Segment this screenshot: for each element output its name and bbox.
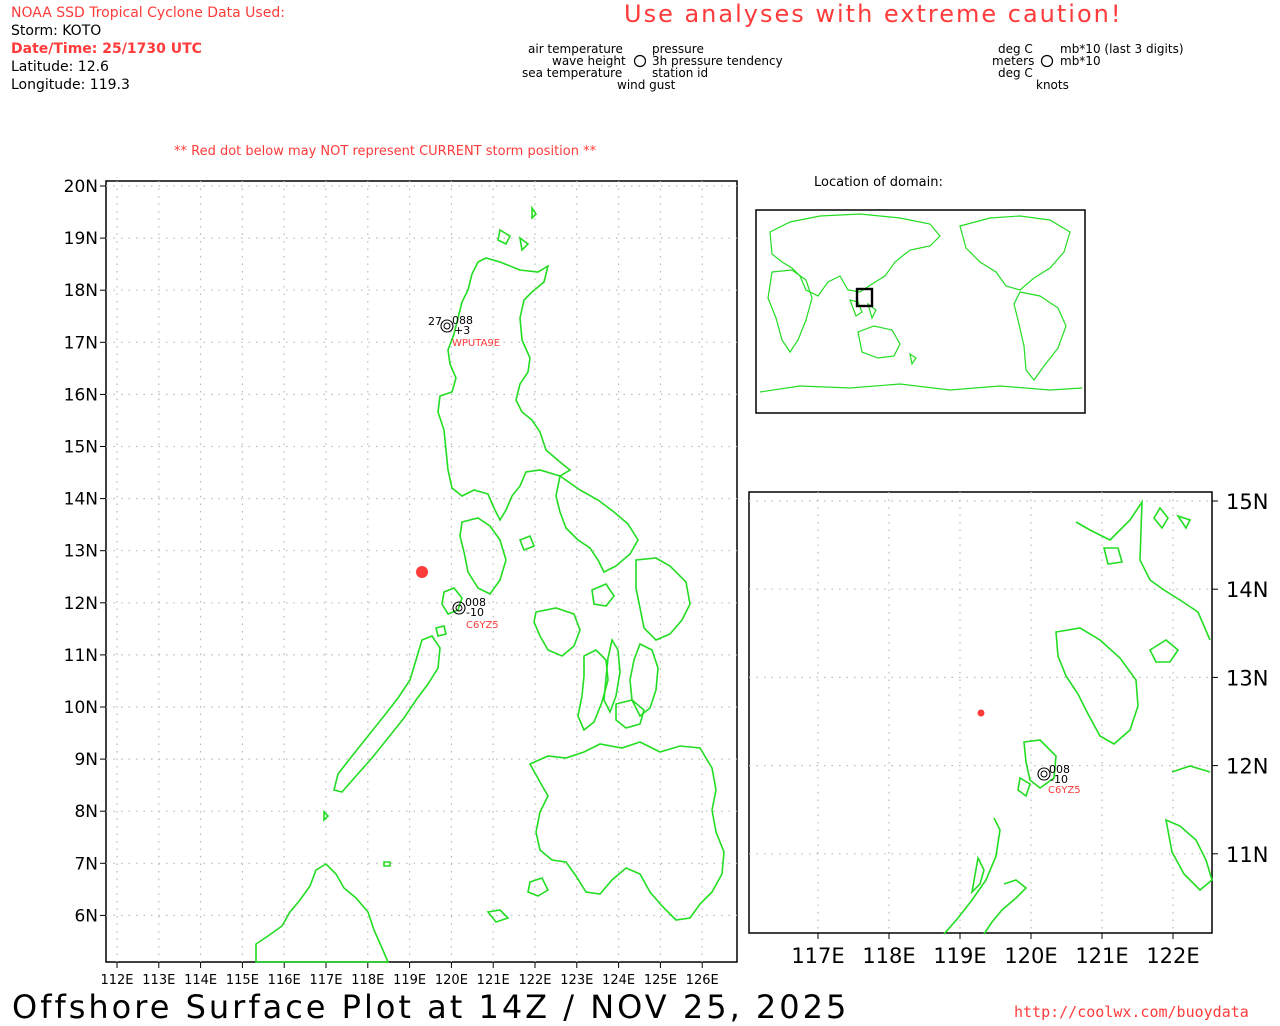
main-lon-label: 115E [226, 973, 259, 988]
station-c6yz5-tendency: -10 [466, 606, 484, 619]
main-lon-label: 123E [560, 973, 593, 988]
storm-position-marker [416, 566, 428, 578]
main-lon-label: 120E [435, 973, 468, 988]
main-lat-label: 7N [74, 854, 98, 874]
station-c6yz5-id: C6YZ5 [466, 620, 499, 631]
zoom-lon-label: 117E [791, 944, 844, 968]
inset-frame [755, 209, 1086, 414]
main-lat-label: 14N [64, 490, 98, 510]
main-lat-label: 17N [64, 333, 98, 353]
main-lat-label: 13N [64, 542, 98, 562]
main-lat-label: 12N [64, 594, 98, 614]
zoom-lon-label: 119E [933, 944, 986, 968]
main-map: 20N 19N 18N 17N 16N 15N 14N 13N 12N 11N 10N 9N 8N 7N 6… [64, 175, 1269, 988]
main-lon-label: 121E [477, 973, 510, 988]
zoom-station-c6yz5-id: C6YZ5 [1048, 785, 1081, 796]
main-lat-label: 10N [64, 698, 98, 718]
zoom-lon-label: 121E [1075, 944, 1128, 968]
main-lon-label: 117E [309, 973, 342, 988]
inset-title: Location of domain: [814, 175, 943, 190]
station-wputa9e-id: WPUTA9E [452, 338, 500, 349]
main-lat-label: 9N [74, 750, 98, 770]
main-lat-label: 11N [64, 646, 98, 666]
main-lon-label: 113E [142, 973, 175, 988]
zoom-map-lon-labels: 117E 118E 119E 120E 121E 122E [791, 944, 1199, 968]
main-lat-label: 18N [64, 281, 98, 301]
zoom-lon-label: 120E [1004, 944, 1057, 968]
main-lat-label: 6N [74, 906, 98, 926]
footer-url[interactable]: http://coolwx.com/buoydata [1014, 1003, 1249, 1021]
main-lon-label: 114E [184, 973, 217, 988]
main-lat-label: 19N [64, 229, 98, 249]
zoom-map-lat-labels: 15N 14N 13N 12N 11N [1226, 490, 1268, 867]
zoom-map-ticks [817, 500, 1218, 939]
zoom-lat-label: 14N [1226, 578, 1268, 602]
zoom-lat-label: 11N [1226, 843, 1268, 867]
main-lat-label: 20N [64, 177, 98, 197]
zoom-lon-label: 122E [1146, 944, 1199, 968]
main-lon-label: 126E [686, 973, 719, 988]
main-lat-label: 15N [64, 438, 98, 458]
zoom-lat-label: 13N [1226, 666, 1268, 690]
main-lon-label: 124E [602, 973, 635, 988]
main-lon-label: 118E [351, 973, 384, 988]
zoom-lat-label: 12N [1226, 755, 1268, 779]
main-lat-label: 8N [74, 802, 98, 822]
footer-title: Offshore Surface Plot at 14Z / NOV 25, 2… [12, 988, 850, 1026]
station-wputa9e-air-temp: 27 [428, 315, 442, 328]
station-wputa9e-tendency: +3 [454, 324, 470, 337]
zoom-map-coastlines [943, 499, 1213, 935]
main-lat-label: 16N [64, 385, 98, 405]
main-map-ticks [100, 185, 703, 968]
main-map-lat-labels: 20N 19N 18N 17N 16N 15N 14N 13N 12N 11N 10N 9N 8N 7N 6… [64, 177, 98, 926]
main-lon-label: 119E [393, 973, 426, 988]
main-lon-label: 116E [268, 973, 301, 988]
zoom-lat-label: 15N [1226, 490, 1268, 514]
main-lon-label: 112E [100, 973, 133, 988]
main-lon-label: 125E [644, 973, 677, 988]
main-lon-label: 122E [518, 973, 551, 988]
zoom-storm-position-marker [977, 709, 985, 717]
zoom-lon-label: 118E [862, 944, 915, 968]
main-map-lon-labels: 112E 113E 114E 115E 116E 117E 118E 119E 120E 121E… [100, 973, 718, 988]
